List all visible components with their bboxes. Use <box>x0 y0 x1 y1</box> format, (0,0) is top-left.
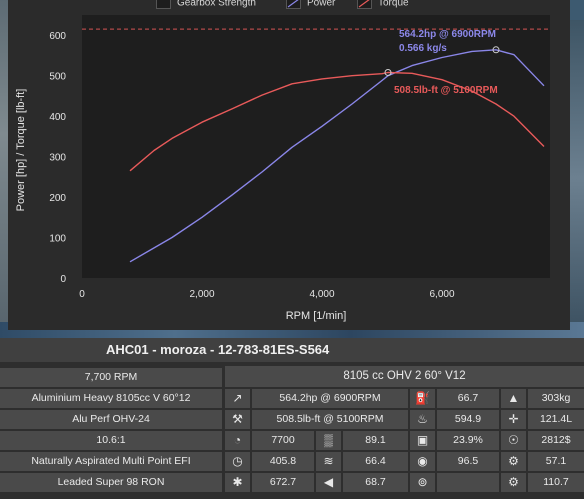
airflow-annotation: 0.566 kg/s <box>399 43 447 54</box>
torque-icon: ⚒ <box>225 410 250 429</box>
torque-peak: 508.5lb-ft @ 5100RPM <box>252 410 408 429</box>
compression-ratio: 10.6:1 <box>0 431 222 450</box>
x-tick-label: 4,000 <box>309 289 334 300</box>
block-name: Aluminium Heavy 8105cc V 60°12 <box>0 389 222 408</box>
engine-info-panel: AHC01 - moroza - 12-783-81ES-S564 7,700 … <box>0 338 584 499</box>
reliability-value: 66.7 <box>437 389 499 408</box>
engine-summary: 8105 cc OHV 2 60° V12 <box>225 366 584 387</box>
eye-icon: ◉ <box>410 452 435 471</box>
emissions-icon: ≋ <box>316 452 341 471</box>
power-icon: ↗ <box>225 389 250 408</box>
y-tick-label: 300 <box>49 153 66 164</box>
plot-area <box>82 15 550 278</box>
dimensions-icon: ✛ <box>501 410 526 429</box>
emissions-value: 66.4 <box>343 452 408 471</box>
fuel-can-icon: ▣ <box>410 431 435 450</box>
speaker-icon: ◀ <box>316 473 341 492</box>
responsiveness-value: 405.8 <box>252 452 314 471</box>
fuel-quality-value: 96.5 <box>437 452 499 471</box>
radiator-icon: ▒ <box>316 431 341 450</box>
chart-canvas: Power [hp] / Torque [lb-ft] RPM [1/min] … <box>15 15 550 322</box>
rpm-icon: ◷ <box>225 452 250 471</box>
cooling-icon: ✱ <box>225 473 250 492</box>
background-right-edge <box>570 20 584 336</box>
turbo-icon: ⊚ <box>410 473 435 492</box>
aspiration-type: Naturally Aspirated Multi Point EFI <box>0 452 222 471</box>
weight-value: 303kg <box>528 389 584 408</box>
smoothness-value: 89.1 <box>343 431 408 450</box>
power-peak: 564.2hp @ 6900RPM <box>252 389 408 408</box>
y-tick-label: 400 <box>49 112 66 123</box>
x-tick-label: 0 <box>79 289 85 300</box>
head-name: Alu Perf OHV-24 <box>0 410 222 429</box>
power-torque-graph: Gearbox Strength Power Torque Power [hp]… <box>8 0 570 330</box>
x-axis-label: RPM [1/min] <box>286 310 347 322</box>
fuel-type: Leaded Super 98 RON <box>0 473 222 492</box>
rpm-limit: 7,700 RPM <box>0 368 222 387</box>
y-tick-label: 0 <box>60 274 66 285</box>
power-peak-annotation: 564.2hp @ 6900RPM <box>399 29 496 40</box>
service-icon: ⚙ <box>501 452 526 471</box>
noise-value: 68.7 <box>343 473 408 492</box>
weight-icon: ▲ <box>501 389 526 408</box>
x-tick-label: 2,000 <box>189 289 214 300</box>
y-tick-label: 200 <box>49 193 66 204</box>
engine-title-bar: AHC01 - moroza - 12-783-81ES-S564 <box>0 338 584 362</box>
gauge-icon: ◔ <box>225 431 250 450</box>
redline-value: 7700 <box>252 431 314 450</box>
efficiency-value: 23.9% <box>437 431 499 450</box>
cost-value: 2812$ <box>528 431 584 450</box>
money-icon: ☉ <box>501 431 526 450</box>
economy-value: 594.9 <box>437 410 499 429</box>
blank-value <box>437 473 499 492</box>
background-left-edge <box>0 0 8 335</box>
y-tick-label: 500 <box>49 72 66 83</box>
y-tick-label: 600 <box>49 31 66 42</box>
fuel-pump-icon: ⛽ <box>410 389 435 408</box>
y-tick-label: 100 <box>49 234 66 245</box>
oil-can-icon: ♨ <box>410 410 435 429</box>
x-tick-label: 6,000 <box>429 289 454 300</box>
cooling-value: 672.7 <box>252 473 314 492</box>
production-units-value: 110.7 <box>528 473 584 492</box>
length-value: 121.4L <box>528 410 584 429</box>
engine-title: AHC01 - moroza - 12-783-81ES-S564 <box>106 342 330 357</box>
service-value: 57.1 <box>528 452 584 471</box>
gear-icon: ⚙ <box>501 473 526 492</box>
y-axis-label: Power [hp] / Torque [lb-ft] <box>15 89 27 212</box>
torque-peak-annotation: 508.5lb-ft @ 5100RPM <box>394 85 498 96</box>
